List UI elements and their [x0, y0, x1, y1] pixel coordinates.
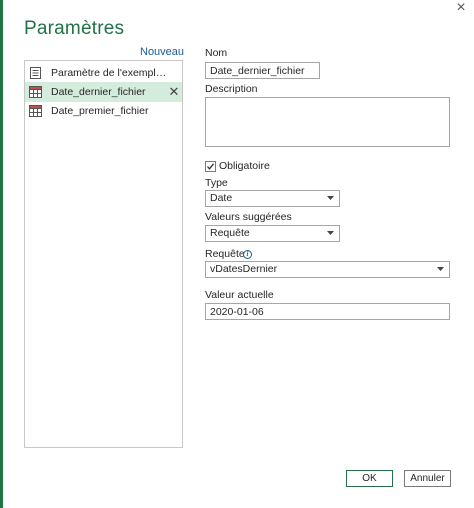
close-icon[interactable]: × — [452, 0, 470, 16]
chevron-down-icon — [327, 231, 334, 235]
window-edge — [0, 0, 3, 508]
list-item-label: Date_dernier_fichier — [51, 86, 146, 98]
suggested-values-select[interactable]: Requête — [205, 225, 340, 242]
ok-button[interactable]: OK — [346, 470, 393, 487]
parameters-dialog: × Paramètres Nouveau Paramètre de l'exem… — [0, 0, 474, 508]
list-item-selected[interactable]: Date_dernier_fichier ✕ — [25, 82, 182, 102]
table-icon — [29, 105, 42, 117]
table-icon — [29, 86, 42, 98]
info-icon[interactable]: i — [243, 250, 252, 259]
description-label: Description — [205, 83, 258, 95]
parameter-list: Paramètre de l'exemple d... Date_dernier… — [24, 60, 183, 448]
name-input[interactable] — [205, 62, 320, 79]
delete-parameter-icon[interactable]: ✕ — [167, 82, 181, 102]
suggested-values-select-value: Requête — [210, 227, 250, 239]
document-icon — [30, 67, 41, 79]
type-select-value: Date — [210, 192, 233, 204]
query-select-value: vDatesDernier — [210, 263, 278, 275]
cancel-button[interactable]: Annuler — [404, 470, 451, 487]
suggested-values-label: Valeurs suggérées — [205, 211, 292, 223]
query-label: Requête — [205, 248, 245, 260]
name-label: Nom — [205, 47, 228, 59]
list-item[interactable]: Date_premier_fichier — [25, 101, 182, 121]
required-label: Obligatoire — [219, 160, 270, 172]
query-select[interactable]: vDatesDernier — [205, 261, 450, 278]
required-checkbox[interactable] — [205, 161, 216, 172]
checkmark-icon — [207, 163, 215, 170]
type-label: Type — [205, 177, 228, 189]
chevron-down-icon — [437, 267, 444, 271]
new-parameter-link[interactable]: Nouveau — [140, 46, 184, 58]
current-value-label: Valeur actuelle — [205, 289, 274, 301]
list-item-label: Paramètre de l'exemple d... — [51, 67, 169, 79]
current-value-input[interactable] — [205, 303, 450, 320]
list-item-label: Date_premier_fichier — [51, 105, 149, 117]
list-item[interactable]: Paramètre de l'exemple d... — [25, 63, 182, 83]
type-select[interactable]: Date — [205, 190, 340, 207]
description-textarea[interactable] — [205, 97, 450, 147]
dialog-title: Paramètres — [24, 18, 125, 39]
chevron-down-icon — [327, 196, 334, 200]
